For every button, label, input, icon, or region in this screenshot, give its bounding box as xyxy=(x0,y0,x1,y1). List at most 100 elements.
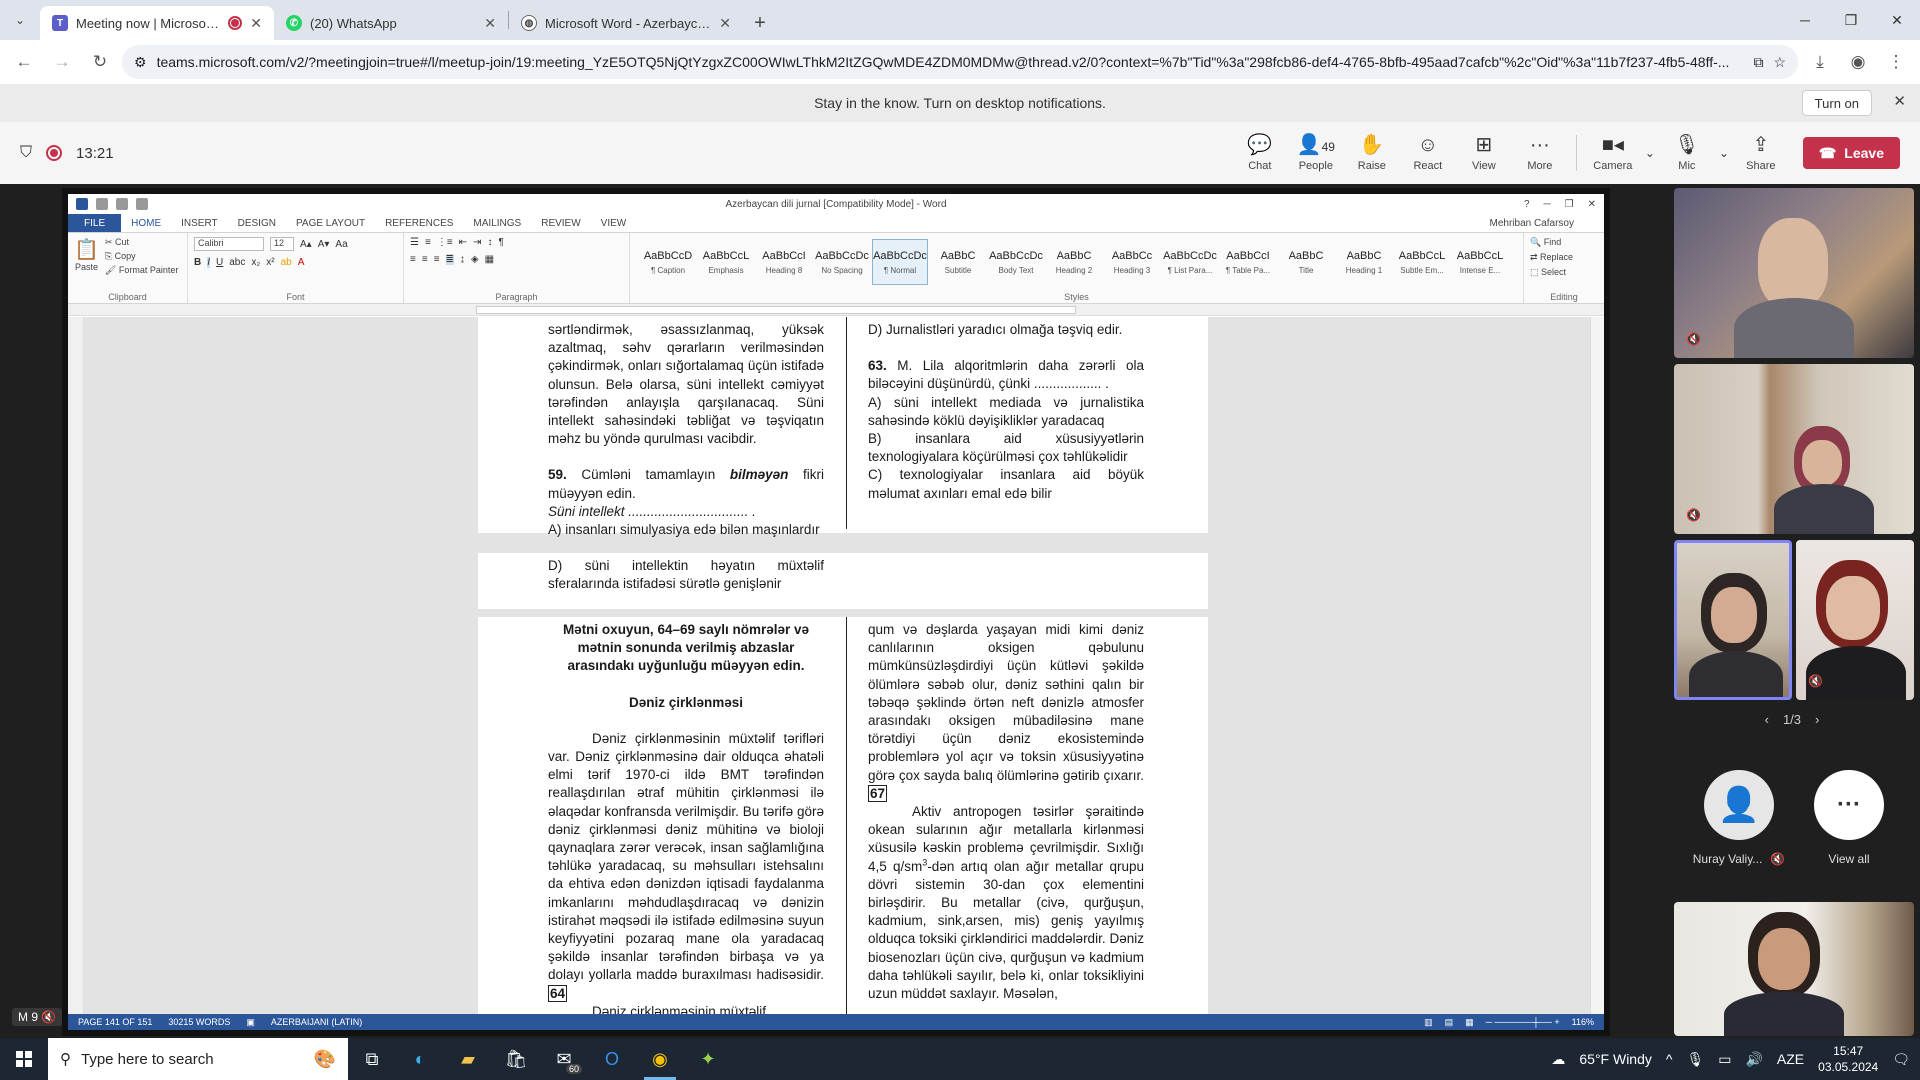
ribbon-tab-review[interactable]: REVIEW xyxy=(531,218,590,229)
close-tab-icon[interactable]: ✕ xyxy=(719,15,731,32)
align-left-icon[interactable]: ≡ xyxy=(410,254,416,265)
decrease-indent-icon[interactable]: ⇤ xyxy=(459,237,467,248)
camera-button[interactable]: ■◂ Camera xyxy=(1585,122,1641,184)
close-banner-icon[interactable]: ✕ xyxy=(1893,92,1906,110)
turn-on-notifications-button[interactable]: Turn on xyxy=(1801,90,1872,116)
style-gallery-item[interactable]: AaBbCc Heading 3 xyxy=(1104,239,1160,285)
zoom-slider[interactable]: ─ ──────┼── + xyxy=(1486,1017,1560,1028)
borders-icon[interactable]: ▦ xyxy=(485,254,494,265)
select-button[interactable]: ⬚ Select xyxy=(1530,267,1598,278)
leave-button[interactable]: ☎ Leave xyxy=(1802,137,1900,169)
participant-avatar-tile[interactable]: 👤 Nuray Valiy... 🔇 xyxy=(1684,770,1794,866)
style-gallery-item[interactable]: AaBbC Heading 2 xyxy=(1046,239,1102,285)
sort-icon[interactable]: ↕ xyxy=(487,237,492,248)
font-name-select[interactable]: Calibri xyxy=(194,237,264,251)
cut-button[interactable]: ✂ Cut xyxy=(105,237,178,248)
participant-video-tile[interactable]: 🔇 xyxy=(1674,364,1914,534)
read-mode-icon[interactable]: ▥ xyxy=(1424,1017,1433,1028)
participant-video-tile[interactable]: 🔇 xyxy=(1796,540,1914,700)
taskbar-search[interactable]: ⚲ Type here to search 🎨 xyxy=(48,1038,348,1080)
page-count[interactable]: PAGE 141 OF 151 xyxy=(78,1017,152,1027)
word-user-name[interactable]: Mehriban Cafarsoy xyxy=(1480,218,1604,229)
line-spacing-icon[interactable]: ↨ xyxy=(460,254,465,265)
new-tab-button[interactable]: + xyxy=(743,6,777,40)
share-button[interactable]: ⇪ Share xyxy=(1733,122,1789,184)
grow-font-icon[interactable]: A▴ xyxy=(300,239,312,250)
participant-video-tile-active-speaker[interactable] xyxy=(1674,540,1792,700)
multilevel-list-icon[interactable]: ⋮≡ xyxy=(437,237,453,248)
react-button[interactable]: ☺ React xyxy=(1400,122,1456,184)
bullets-icon[interactable]: ☰ xyxy=(410,237,419,248)
style-gallery-item[interactable]: AaBbCcD ¶ Caption xyxy=(640,239,696,285)
ribbon-tab-mailings[interactable]: MAILINGS xyxy=(463,218,531,229)
word-restore-icon[interactable]: ❐ xyxy=(1565,199,1574,210)
edge-browser-icon[interactable]: ◐ xyxy=(396,1038,444,1080)
italic-icon[interactable]: I xyxy=(207,257,211,268)
previous-page-icon[interactable]: ‹ xyxy=(1765,712,1769,727)
microsoft-store-icon[interactable]: 🛍 xyxy=(492,1038,540,1080)
style-gallery-item[interactable]: AaBbCcL Subtle Em... xyxy=(1394,239,1450,285)
web-layout-icon[interactable]: ▦ xyxy=(1465,1017,1474,1028)
task-view-icon[interactable]: ⧉ xyxy=(348,1038,396,1080)
language[interactable]: AZERBAIJANI (LATIN) xyxy=(271,1017,362,1027)
undo-icon[interactable] xyxy=(116,198,128,210)
word-close-icon[interactable]: ✕ xyxy=(1588,199,1596,210)
shading-icon[interactable]: ◈ xyxy=(471,254,479,265)
style-gallery-item[interactable]: AaBbCcDc ¶ List Para... xyxy=(1162,239,1218,285)
volume-icon[interactable]: 🔊 xyxy=(1745,1051,1762,1068)
show-marks-icon[interactable]: ¶ xyxy=(498,237,503,248)
reload-icon[interactable]: ↻ xyxy=(84,46,116,78)
notifications-icon[interactable]: 🗨 xyxy=(1892,1051,1910,1068)
tray-chevron-icon[interactable]: ^ xyxy=(1666,1051,1673,1067)
view-all-button[interactable]: ··· View all xyxy=(1794,770,1904,866)
font-size-select[interactable]: 12 xyxy=(270,237,294,251)
open-in-app-icon[interactable]: ⧉ xyxy=(1753,54,1763,71)
bold-icon[interactable]: B xyxy=(194,257,201,268)
chat-button[interactable]: 💬 Chat xyxy=(1232,122,1288,184)
forward-arrow-icon[interactable]: → xyxy=(46,46,78,78)
start-button[interactable] xyxy=(0,1038,48,1080)
print-layout-icon[interactable]: ▤ xyxy=(1445,1017,1454,1028)
change-case-icon[interactable]: Aa xyxy=(335,239,347,250)
people-button[interactable]: 👤49 People xyxy=(1288,122,1344,184)
format-painter-button[interactable]: 🖌 Format Painter xyxy=(105,265,178,276)
ribbon-tab-references[interactable]: REFERENCES xyxy=(375,218,463,229)
network-icon[interactable]: ▭ xyxy=(1718,1051,1731,1068)
align-center-icon[interactable]: ≡ xyxy=(422,254,428,265)
app-icon[interactable]: ✦ xyxy=(684,1038,732,1080)
minimize-icon[interactable]: ─ xyxy=(1782,0,1828,40)
find-button[interactable]: 🔍 Find xyxy=(1530,237,1598,248)
file-explorer-icon[interactable]: ▰ xyxy=(444,1038,492,1080)
help-icon[interactable]: ? xyxy=(1524,199,1530,210)
raise-hand-button[interactable]: ✋ Raise xyxy=(1344,122,1400,184)
highlight-icon[interactable]: ab xyxy=(281,257,292,268)
justify-icon[interactable]: ≣ xyxy=(445,254,454,265)
style-gallery-item[interactable]: AaBbC Title xyxy=(1278,239,1334,285)
bookmark-star-icon[interactable]: ☆ xyxy=(1773,54,1786,71)
document-area[interactable]: sərtləndirmək, əsassızlanmaq, yüksək aza… xyxy=(68,317,1604,1019)
restore-icon[interactable]: ❐ xyxy=(1828,0,1874,40)
redo-icon[interactable] xyxy=(136,198,148,210)
outlook-icon[interactable]: O xyxy=(588,1038,636,1080)
style-gallery-item[interactable]: AaBbCcDc ¶ Normal xyxy=(872,239,928,285)
style-gallery-item[interactable]: AaBbC Heading 1 xyxy=(1336,239,1392,285)
profile-avatar-icon[interactable]: ◉ xyxy=(1842,46,1874,78)
vertical-ruler[interactable] xyxy=(68,317,84,1014)
ribbon-tab-design[interactable]: DESIGN xyxy=(228,218,286,229)
mic-button[interactable]: 🎙 Mic xyxy=(1659,122,1715,184)
style-gallery-item[interactable]: AaBbCcDc No Spacing xyxy=(814,239,870,285)
copy-button[interactable]: ⎘ Copy xyxy=(105,251,178,262)
site-info-icon[interactable]: ⚙ xyxy=(134,54,147,71)
camera-options-chevron-icon[interactable]: ⌄ xyxy=(1641,122,1659,184)
horizontal-ruler[interactable] xyxy=(68,304,1604,316)
zoom-level[interactable]: 116% xyxy=(1572,1017,1594,1028)
style-gallery-item[interactable]: AaBbC Subtitle xyxy=(930,239,986,285)
ribbon-tab-file[interactable]: FILE xyxy=(68,214,122,232)
style-gallery-item[interactable]: AaBbCcL Emphasis xyxy=(698,239,754,285)
superscript-icon[interactable]: x² xyxy=(266,257,274,268)
view-button[interactable]: ⊞ View xyxy=(1456,122,1512,184)
browser-menu-icon[interactable]: ⋮ xyxy=(1880,46,1912,78)
more-button[interactable]: ··· More xyxy=(1512,122,1568,184)
font-color-icon[interactable]: A xyxy=(298,257,305,268)
ribbon-tab-home[interactable]: HOME xyxy=(121,218,171,229)
